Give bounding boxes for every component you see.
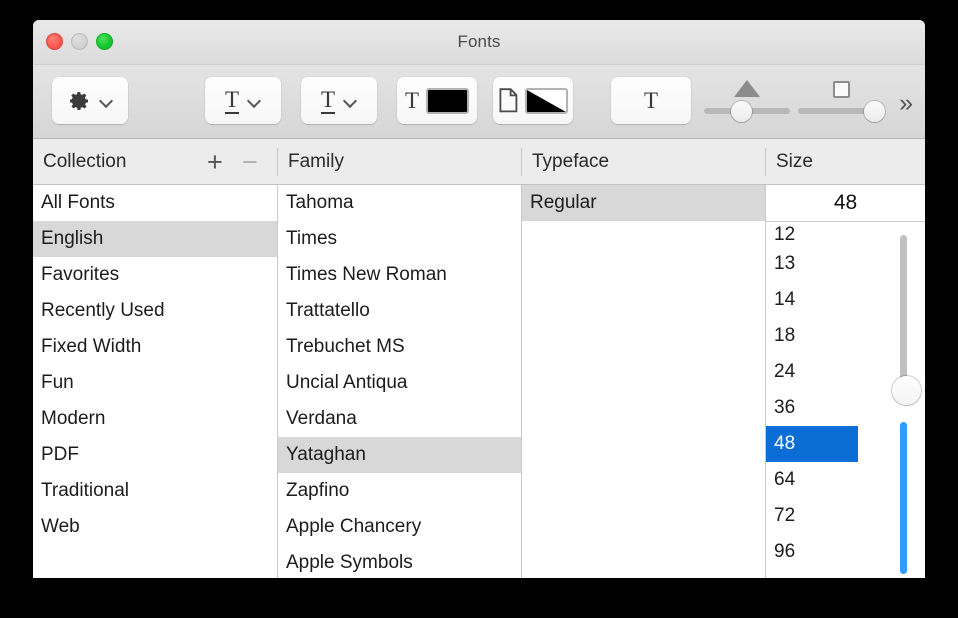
window-titlebar: Fonts [33,20,925,65]
typeface-column: Regular [522,185,765,578]
typeface-column-header: Typeface [522,139,765,184]
triangle-icon [734,80,760,97]
family-item-times-new-roman[interactable]: Times New Roman [278,257,521,293]
family-item-verdana[interactable]: Verdana [278,401,521,437]
family-item-apple-chancery[interactable]: Apple Chancery [278,509,521,545]
color-swatch[interactable] [426,87,470,114]
chevron-down-icon [100,94,113,107]
size-slider[interactable] [892,235,921,574]
slider-knob[interactable] [731,101,752,122]
collection-item-pdf[interactable]: PDF [33,437,277,473]
family-column: Tahoma Times Times New Roman Trattatello… [278,185,521,578]
slider-knob[interactable] [864,101,885,122]
square-icon [833,81,850,98]
columns-body: All Fonts English Favorites Recently Use… [33,185,925,578]
collection-item-web[interactable]: Web [33,509,277,545]
size-header-label: Size [776,150,813,172]
collection-item-modern[interactable]: Modern [33,401,277,437]
typeface-header-label: Typeface [532,150,610,172]
family-item-yataghan[interactable]: Yataghan [278,437,521,473]
size-column-header: Size [766,139,925,184]
text-underline-icon: T [224,86,240,114]
collection-item-english[interactable]: English [33,221,277,257]
family-item-trattatello[interactable]: Trattatello [278,293,521,329]
family-item-trebuchet-ms[interactable]: Trebuchet MS [278,329,521,365]
size-slider-track-upper[interactable] [900,235,907,390]
size-slider-knob[interactable] [892,376,921,405]
size-item-48[interactable]: 48 [766,426,858,462]
collection-item-recently-used[interactable]: Recently Used [33,293,277,329]
remove-collection-button[interactable]: − [242,149,258,176]
document-color-icon [499,88,518,113]
size-column: 48 12 13 14 18 24 36 48 64 72 96 [766,185,925,578]
shadow-opacity-slider[interactable] [704,77,790,124]
shadow-offset-slider[interactable] [798,77,885,124]
text-underline-menu-button[interactable]: T [205,77,281,124]
chevron-down-icon [248,94,261,107]
typography-button[interactable]: T [611,77,691,124]
color-swatch[interactable] [524,87,568,114]
size-input[interactable]: 48 [766,185,925,222]
add-collection-button[interactable]: + [207,149,223,176]
collection-item-all-fonts[interactable]: All Fonts [33,185,277,221]
column-header-bar: Collection + − Family Typeface Size [33,139,925,185]
family-item-zapfino[interactable]: Zapfino [278,473,521,509]
collection-item-fun[interactable]: Fun [33,365,277,401]
collection-item-traditional[interactable]: Traditional [33,473,277,509]
family-item-tahoma[interactable]: Tahoma [278,185,521,221]
text-color-button[interactable]: T [397,77,477,124]
text-strikethrough-menu-button[interactable]: T [301,77,377,124]
chevron-down-icon [344,94,357,107]
toolbar: T T T T » [33,65,925,139]
family-item-apple-symbols[interactable]: Apple Symbols [278,545,521,578]
action-gear-menu-button[interactable] [52,77,128,124]
family-column-header: Family [278,139,521,184]
text-underline-icon: T [320,86,336,114]
document-color-button[interactable] [493,77,573,124]
collection-column-header: Collection [33,139,277,184]
family-item-times[interactable]: Times [278,221,521,257]
collection-item-fixed-width[interactable]: Fixed Width [33,329,277,365]
text-color-icon: T [404,88,420,113]
collection-header-label: Collection [43,150,127,172]
window-title: Fonts [457,32,501,51]
fonts-window: Fonts T T T T » Collection + − Family Ty… [33,20,925,578]
family-item-uncial-antiqua[interactable]: Uncial Antiqua [278,365,521,401]
size-slider-track-lower[interactable] [900,422,907,574]
typeface-item-regular[interactable]: Regular [522,185,765,221]
gear-icon [67,89,91,113]
typography-icon: T [643,88,659,113]
toolbar-overflow-button[interactable]: » [899,91,913,116]
collection-column: All Fonts English Favorites Recently Use… [33,185,277,578]
collection-item-favorites[interactable]: Favorites [33,257,277,293]
family-header-label: Family [288,150,344,172]
